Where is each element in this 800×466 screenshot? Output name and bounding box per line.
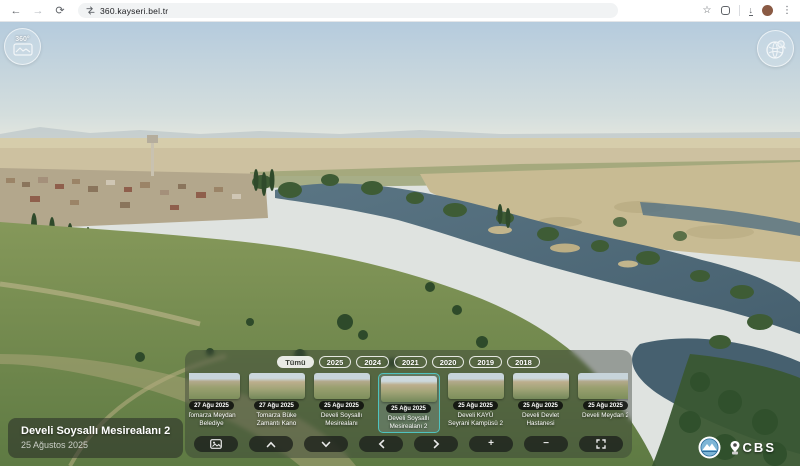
page: ← → ⟳ 360.kayseri.bel.tr ☆ ↓ ⋮ [0,0,800,466]
thumbnail-card[interactable]: 27 Ağu 2025 Tomarza Büke Zamantı Kano [248,373,306,427]
water-tower [151,140,154,176]
year-filter-tabs: Tümü 2025 2024 2021 2020 2019 2018 [189,356,628,368]
tab-2019[interactable]: 2019 [469,356,502,368]
plus-icon: + [488,439,494,449]
thumbnail-card[interactable]: 25 Ağu 2025 Develi Meydan 2 [577,373,629,420]
reload-icon[interactable]: ⟳ [52,3,68,19]
thumbnail-name: Develi Soysallı Mesirealanı 2 [380,415,438,430]
thumbnail-card[interactable]: 25 Ağu 2025 Develi Devlet Hastanesi [512,373,570,427]
zoom-out-button[interactable]: − [524,436,568,452]
thumbnail-date: 27 Ağu 2025 [189,401,234,410]
chevron-left-icon [378,439,385,449]
fullscreen-icon [596,439,606,449]
pan-down-button[interactable] [304,436,348,452]
thumbnail-date: 25 Ağu 2025 [386,404,431,413]
panorama-icon [13,43,33,56]
tab-2025[interactable]: 2025 [319,356,352,368]
browser-toolbar: ← → ⟳ 360.kayseri.bel.tr ☆ ↓ ⋮ [0,0,800,22]
thumbnail-image [448,373,504,399]
thumbnail-image [513,373,569,399]
tab-2021[interactable]: 2021 [394,356,427,368]
zoom-in-button[interactable]: + [469,436,513,452]
thumbnail-image [578,373,629,399]
back-icon[interactable]: ← [8,3,24,19]
thumbnail-card[interactable]: 25 Ağu 2025 Develi KAYÜ Seyrani Kampüsü … [447,373,505,427]
logo-360-badge[interactable]: 360° [4,28,41,65]
thumbnail-name: Develi Soysallı Mesirealanı [313,412,371,427]
browser-menu-icon[interactable]: ⋮ [782,6,792,16]
thumbnail-name: Develi Devlet Hastanesi [512,412,570,427]
pan-right-button[interactable] [414,436,458,452]
tab-2018[interactable]: 2018 [507,356,540,368]
thumbnail-card-selected[interactable]: 25 Ağu 2025 Develi Soysallı Mesirealanı … [378,373,440,433]
tab-2024[interactable]: 2024 [356,356,389,368]
gallery-panel: Tümü 2025 2024 2021 2020 2019 2018 27 Ağ… [185,350,632,458]
profile-avatar[interactable] [762,5,773,16]
thumbnail-image [314,373,370,399]
map-explore-button[interactable] [757,30,794,67]
tab-tumu[interactable]: Tümü [277,356,313,368]
viewer-controls: + − [189,434,628,454]
thumbnail-image [189,373,240,399]
chevron-up-icon [266,441,276,448]
chevron-down-icon [321,441,331,448]
thumbnail-date: 25 Ağu 2025 [319,401,364,410]
thumbnail-name: Tomarza Meydan Belediye [189,412,241,427]
extensions-icon[interactable] [721,6,730,15]
gallery-icon [210,439,222,449]
address-bar[interactable]: 360.kayseri.bel.tr [78,3,618,18]
toolbar-divider [739,5,740,16]
thumbnail-name: Tomarza Büke Zamantı Kano [248,412,306,427]
download-icon[interactable]: ↓ [749,6,754,16]
toggle-gallery-button[interactable] [194,436,238,452]
thumbnail-name: Develi KAYÜ Seyrani Kampüsü 2 [447,412,505,427]
bookmark-star-icon[interactable]: ☆ [703,6,712,16]
thumbnail-image [381,376,437,402]
site-settings-icon [86,6,95,15]
cbs-link[interactable]: CBS [729,440,776,455]
kayseri-municipality-logo [698,436,721,459]
location-info-card: Develi Soysallı Mesirealanı 2 25 Ağustos… [8,418,183,458]
forward-icon[interactable]: → [30,3,46,19]
thumbnail-date: 25 Ağu 2025 [453,401,498,410]
map-pin-icon [729,440,741,455]
cbs-label: CBS [743,440,776,455]
chevron-right-icon [433,439,440,449]
tab-2020[interactable]: 2020 [432,356,465,368]
pan-up-button[interactable] [249,436,293,452]
minus-icon: − [543,439,549,449]
fullscreen-button[interactable] [579,436,623,452]
thumbnail-date: 25 Ağu 2025 [518,401,563,410]
thumbnail-date: 25 Ağu 2025 [583,401,628,410]
thumbnail-card[interactable]: 27 Ağu 2025 Tomarza Meydan Belediye [189,373,241,427]
brand-area: CBS [698,436,776,459]
url-text: 360.kayseri.bel.tr [100,6,168,16]
location-title: Develi Soysallı Mesirealanı 2 [21,425,170,437]
thumbnail-image [249,373,305,399]
thumbnail-card[interactable]: 25 Ağu 2025 Develi Soysallı Mesirealanı [313,373,371,427]
thumbnail-name: Develi Meydan 2 [582,412,628,420]
globe-search-icon [765,38,787,60]
thumbnail-date: 27 Ağu 2025 [254,401,299,410]
thumbnail-carousel: 27 Ağu 2025 Tomarza Gençlik Merkezi 2 27… [189,373,628,434]
location-date: 25 Ağustos 2025 [21,440,170,450]
pan-left-button[interactable] [359,436,403,452]
